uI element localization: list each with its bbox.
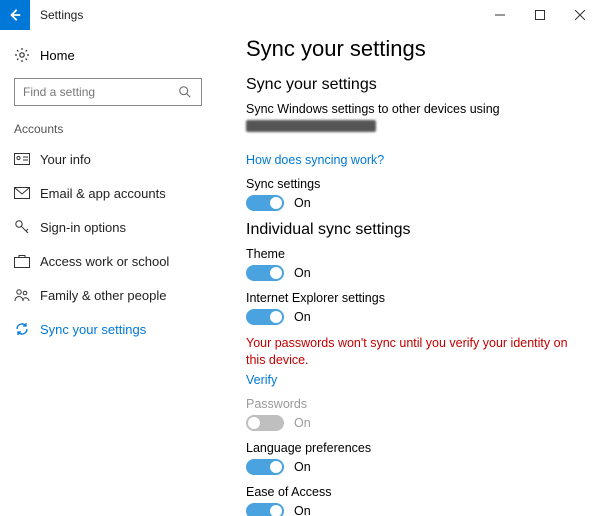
sidebar-item-label: Access work or school [40, 254, 169, 269]
section-individual-title: Individual sync settings [246, 221, 570, 239]
label-sync-settings: Sync settings [246, 177, 570, 191]
password-warning: Your passwords won't sync until you veri… [246, 335, 570, 369]
toggle-state: On [294, 266, 311, 280]
close-icon [575, 10, 585, 20]
people-icon [14, 287, 30, 303]
minimize-icon [495, 10, 505, 20]
back-button[interactable] [0, 0, 30, 30]
toggle-passwords [246, 415, 284, 431]
titlebar: Settings [0, 0, 600, 30]
window-controls [480, 0, 600, 30]
toggle-state: On [294, 196, 311, 210]
content: Sync your settings Sync your settings Sy… [216, 30, 600, 516]
id-card-icon [14, 151, 30, 167]
sidebar-item-your-info[interactable]: Your info [8, 142, 208, 176]
key-icon [14, 219, 30, 235]
app-body: Home Find a setting Accounts Your info E… [0, 30, 600, 516]
search-placeholder: Find a setting [23, 85, 95, 99]
sync-desc: Sync Windows settings to other devices u… [246, 102, 570, 116]
sidebar-heading: Accounts [8, 118, 208, 142]
section-sync-title: Sync your settings [246, 76, 570, 94]
toggle-theme[interactable] [246, 265, 284, 281]
sidebar-item-family[interactable]: Family & other people [8, 278, 208, 312]
toggle-state: On [294, 310, 311, 324]
toggle-language[interactable] [246, 459, 284, 475]
page-title: Sync your settings [246, 36, 570, 62]
label-passwords: Passwords [246, 397, 570, 411]
home-button[interactable]: Home [8, 38, 208, 72]
toggle-ease[interactable] [246, 503, 284, 516]
gear-icon [14, 47, 30, 63]
search-icon [177, 84, 193, 100]
window-title: Settings [30, 8, 480, 22]
label-theme: Theme [246, 247, 570, 261]
sidebar-item-label: Sync your settings [40, 322, 146, 337]
briefcase-icon [14, 253, 30, 269]
help-link[interactable]: How does syncing work? [246, 153, 570, 167]
sidebar-item-label: Your info [40, 152, 91, 167]
toggle-state: On [294, 460, 311, 474]
search-input[interactable]: Find a setting [14, 78, 202, 106]
label-ease: Ease of Access [246, 485, 570, 499]
sidebar: Home Find a setting Accounts Your info E… [0, 30, 216, 516]
verify-link[interactable]: Verify [246, 373, 570, 387]
label-ie: Internet Explorer settings [246, 291, 570, 305]
maximize-button[interactable] [520, 0, 560, 30]
home-label: Home [40, 48, 75, 63]
sidebar-item-label: Family & other people [40, 288, 166, 303]
sidebar-item-signin[interactable]: Sign-in options [8, 210, 208, 244]
toggle-ie[interactable] [246, 309, 284, 325]
redacted-account [246, 120, 376, 132]
minimize-button[interactable] [480, 0, 520, 30]
sidebar-item-email[interactable]: Email & app accounts [8, 176, 208, 210]
toggle-state: On [294, 416, 311, 430]
sidebar-item-label: Email & app accounts [40, 186, 166, 201]
sidebar-item-work[interactable]: Access work or school [8, 244, 208, 278]
toggle-sync-settings[interactable] [246, 195, 284, 211]
sync-icon [14, 321, 30, 337]
arrow-left-icon [8, 8, 22, 22]
sidebar-item-label: Sign-in options [40, 220, 126, 235]
envelope-icon [14, 185, 30, 201]
maximize-icon [535, 10, 545, 20]
toggle-state: On [294, 504, 311, 516]
label-language: Language preferences [246, 441, 570, 455]
sidebar-item-sync[interactable]: Sync your settings [8, 312, 208, 346]
close-button[interactable] [560, 0, 600, 30]
